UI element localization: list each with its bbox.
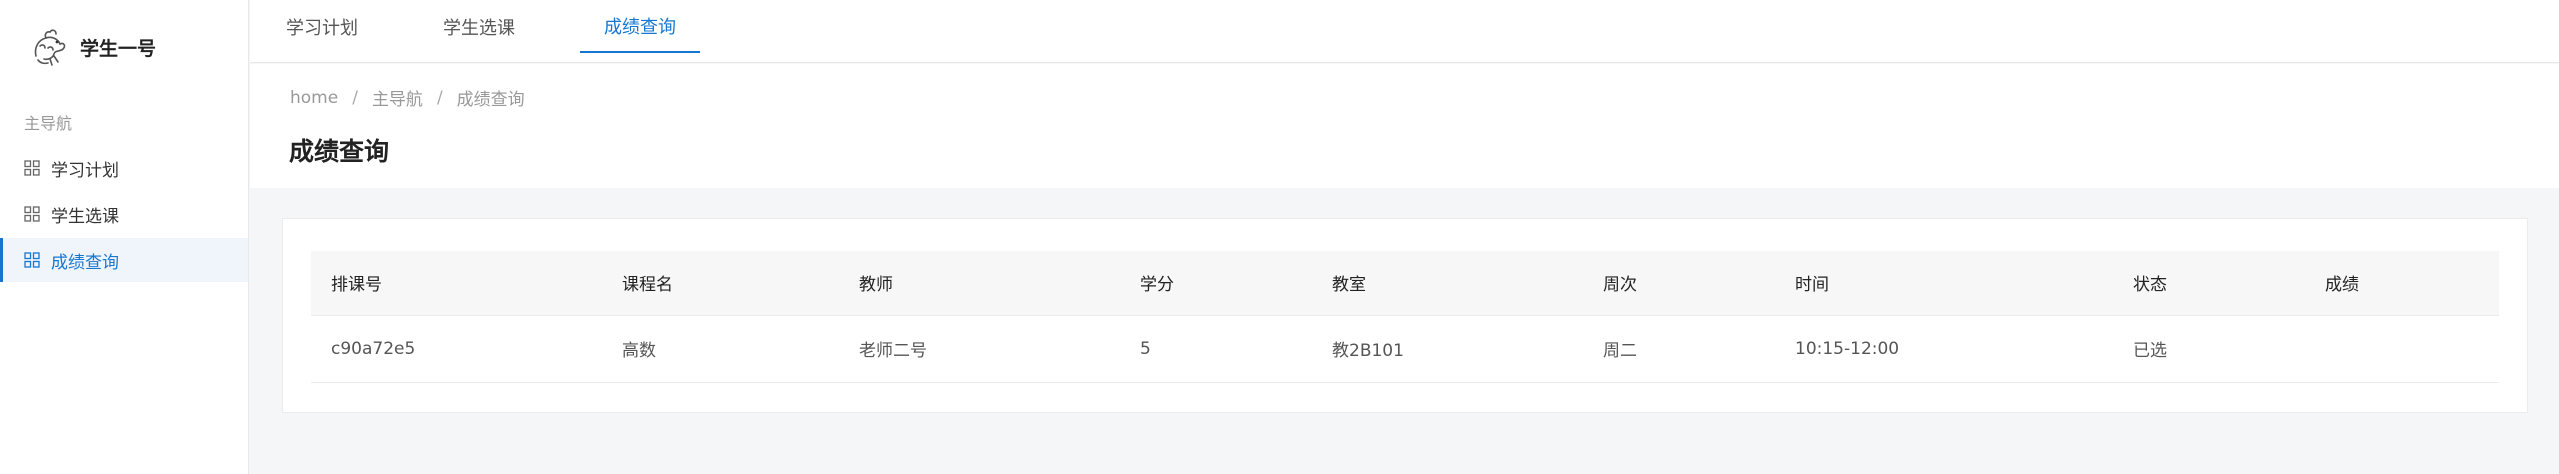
cell-course-name: 高数 (602, 315, 839, 383)
tab-study-plan[interactable]: 学习计划 (282, 0, 362, 53)
sidebar-item-label: 学生选课 (51, 206, 119, 227)
cell-weekday: 周二 (1583, 315, 1775, 383)
breadcrumb-separator: / (436, 87, 443, 108)
breadcrumb: home / 主导航 / 成绩查询 (290, 85, 525, 111)
tab-course-selection[interactable]: 学生选课 (439, 0, 519, 53)
cell-classroom: 教2B101 (1312, 315, 1583, 383)
cell-grade (2305, 315, 2499, 383)
breadcrumb-separator: / (352, 87, 358, 108)
breadcrumb-main-nav[interactable]: 主导航 (372, 85, 423, 110)
sidebar-item-course-selection[interactable]: 学生选课 (0, 192, 248, 236)
sidebar-item-study-plan[interactable]: 学习计划 (0, 146, 248, 190)
column-header-schedule-id: 排课号 (311, 251, 602, 316)
column-header-grade: 成绩 (2305, 251, 2499, 316)
grid-icon (24, 206, 40, 222)
sidebar: 学生一号 主导航 学习计划 学生选课 成绩查询 (0, 0, 249, 474)
page-header: home / 主导航 / 成绩查询 成绩查询 (250, 64, 2559, 188)
grades-card: 排课号 课程名 教师 学分 教室 周次 时间 状态 成绩 c90a72e5 高数… (282, 218, 2528, 413)
column-header-teacher: 教师 (839, 251, 1120, 316)
table-row: c90a72e5 高数 老师二号 5 教2B101 周二 10:15-12:00… (311, 315, 2499, 383)
sidebar-item-grade-query[interactable]: 成绩查询 (0, 238, 248, 282)
column-header-course-name: 课程名 (602, 251, 839, 316)
brand[interactable]: 学生一号 (28, 26, 156, 68)
cell-teacher: 老师二号 (839, 315, 1120, 383)
column-header-credits: 学分 (1120, 251, 1312, 316)
dragon-logo-icon (34, 29, 66, 66)
sidebar-item-label: 成绩查询 (51, 252, 119, 273)
breadcrumb-current: 成绩查询 (456, 90, 525, 110)
cell-credits: 5 (1120, 315, 1312, 383)
cell-schedule-id: c90a72e5 (311, 315, 602, 383)
nav-group-label: 主导航 (24, 114, 73, 133)
cell-status: 已选 (2113, 315, 2305, 383)
grid-icon (24, 252, 40, 268)
grades-table: 排课号 课程名 教师 学分 教室 周次 时间 状态 成绩 c90a72e5 高数… (311, 251, 2499, 383)
column-header-weekday: 周次 (1583, 251, 1775, 316)
cell-time: 10:15-12:00 (1775, 315, 2113, 383)
sidebar-item-label: 学习计划 (51, 160, 119, 181)
column-header-classroom: 教室 (1312, 251, 1583, 316)
grid-icon (24, 160, 40, 176)
column-header-status: 状态 (2113, 251, 2305, 316)
column-header-time: 时间 (1775, 251, 2113, 316)
tab-grade-query[interactable]: 成绩查询 (580, 0, 700, 53)
table-header-row: 排课号 课程名 教师 学分 教室 周次 时间 状态 成绩 (311, 251, 2499, 316)
breadcrumb-home[interactable]: home (290, 88, 338, 108)
page-title: 成绩查询 (289, 137, 390, 166)
top-tab-bar: 学习计划 学生选课 成绩查询 (250, 0, 2559, 63)
brand-name: 学生一号 (80, 37, 157, 60)
